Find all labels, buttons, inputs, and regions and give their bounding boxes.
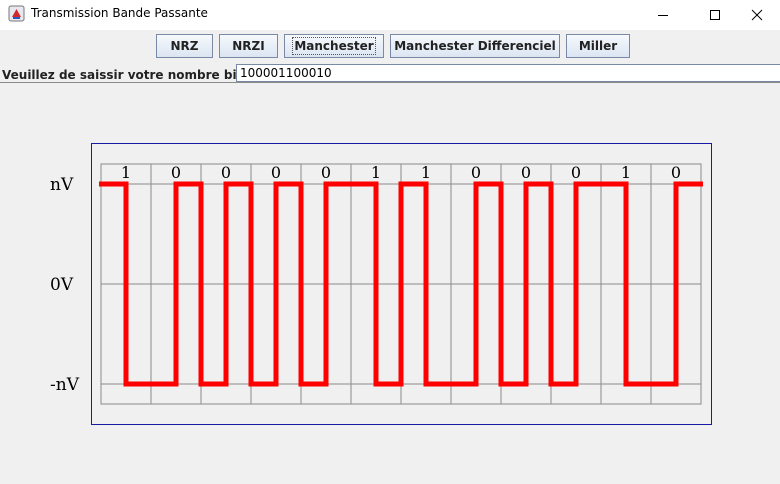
bit-label: 1 (121, 163, 131, 182)
bit-label: 1 (421, 163, 431, 182)
bit-label: 1 (371, 163, 381, 182)
bit-label: 0 (321, 163, 331, 182)
bit-label: 0 (521, 163, 531, 182)
bit-label: 0 (471, 163, 481, 182)
bit-label: 1 (621, 163, 631, 182)
bit-label: 0 (171, 163, 181, 182)
bit-label: 0 (571, 163, 581, 182)
y-axis-label: -nV (50, 375, 80, 395)
y-axis-label: 0V (50, 275, 74, 295)
bit-label: 0 (671, 163, 681, 182)
manchester-signal-chart: nV 0V -nV 1 0 0 0 0 1 1 0 0 0 1 0 (50, 163, 703, 405)
bit-label: 0 (271, 163, 281, 182)
y-axis-label: nV (50, 175, 74, 195)
bit-label: 0 (221, 163, 231, 182)
